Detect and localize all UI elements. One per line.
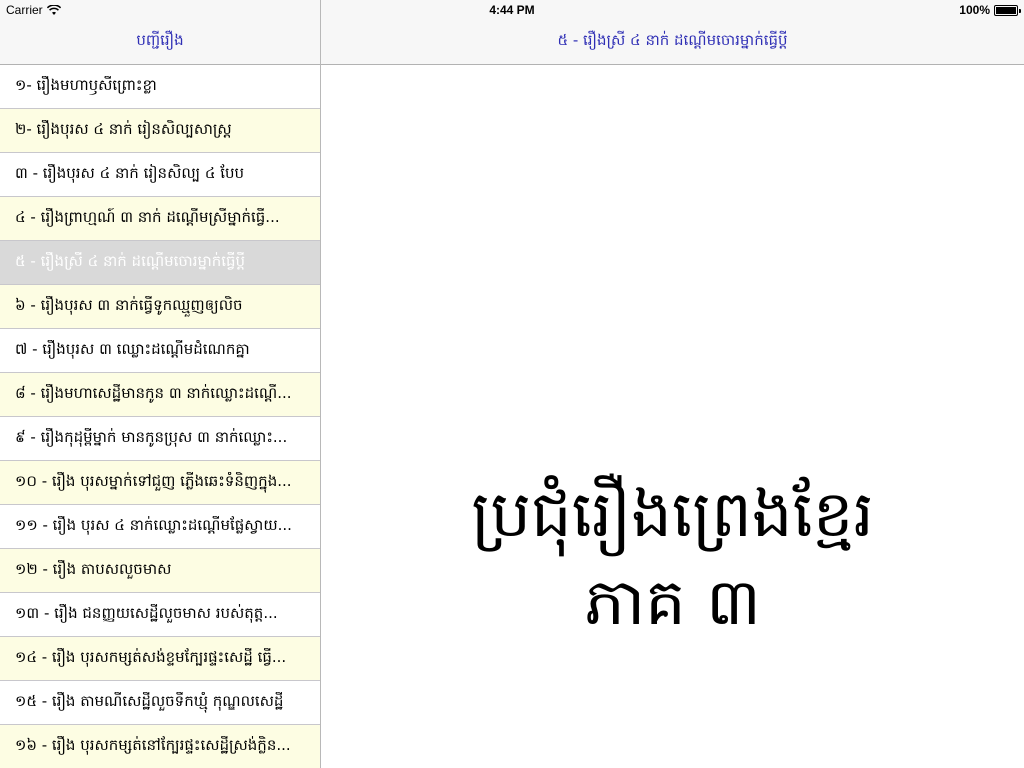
list-item[interactable]: ១២ - រឿង តាបសលួចមាស	[0, 549, 320, 593]
list-item-label: ១៥ - រឿង តាមណីសេដ្ឋីលួចទឹកឃ្មុំ កុណ្ឌលសេ…	[15, 691, 284, 710]
book-heading: ប្រជុំរឿងព្រេងខ្មែរ	[471, 478, 874, 552]
list-item[interactable]: ៨ - រឿងមហាសេដ្ឋីមានកូន ៣ នាក់ឈ្លោះដណ្ដើ.…	[0, 373, 320, 417]
list-item[interactable]: ៧ - រឿងបុរស ៣ ឈ្លោះដណ្ដើមដំណេកគ្នា	[0, 329, 320, 373]
list-item[interactable]: ១០ - រឿង បុរសម្នាក់ទៅជួញ ភ្លើងឆេះទំនិញក្…	[0, 461, 320, 505]
battery-fill	[996, 6, 1016, 14]
story-list[interactable]: ១- រឿងមហាឫសីព្រោះខ្លា២- រឿងបុរស ៤ នាក់ រ…	[0, 65, 320, 768]
detail-pane: ប្រជុំរឿងព្រេងខ្មែរ ភាគ ៣	[321, 66, 1024, 768]
battery-icon	[994, 4, 1021, 16]
list-item-label: ១១ - រឿង បុរស ៤ នាក់ឈ្លោះដណ្ដើមផ្លែស្វាយ…	[15, 515, 292, 534]
list-item[interactable]: ១៣ - រឿង ជនញ្ញយសេដ្ឋីលួចមាស របស់តុត្ត...	[0, 593, 320, 637]
list-item[interactable]: ១៥ - រឿង តាមណីសេដ្ឋីលួចទឹកឃ្មុំ កុណ្ឌលសេ…	[0, 681, 320, 725]
list-item-label: ៩ - រឿងកុដុម្ពីម្នាក់ មានកូនប្រុស ៣ នាក់…	[15, 427, 288, 446]
sidebar-nav-bar: បញ្ជីរឿង	[0, 20, 320, 65]
status-bar: Carrier 4:44 PM 100%	[0, 0, 1024, 20]
list-item[interactable]: ៩ - រឿងកុដុម្ពីម្នាក់ មានកូនប្រុស ៣ នាក់…	[0, 417, 320, 461]
list-item[interactable]: ២- រឿងបុរស ៤ នាក់ រៀនសិល្បសាស្ត្រ	[0, 109, 320, 153]
list-item-label: ២- រឿងបុរស ៤ នាក់ រៀនសិល្បសាស្ត្រ	[15, 119, 232, 138]
list-item-label: ៣ - រឿងបុរស ៤ នាក់ រៀនសិល្ប ៤ បែប	[15, 163, 245, 182]
book-volume: ភាគ ៣	[584, 566, 761, 640]
list-item-label: ៧ - រឿងបុរស ៣ ឈ្លោះដណ្ដើមដំណេកគ្នា	[15, 339, 250, 358]
list-item[interactable]: ៥ - រឿងស្រី ៤ នាក់ ដណ្ដើមចោរម្នាក់ធ្វើប្…	[0, 241, 320, 285]
list-item-label: ១៣ - រឿង ជនញ្ញយសេដ្ឋីលួចមាស របស់តុត្ត...	[15, 603, 278, 622]
clock: 4:44 PM	[489, 3, 535, 17]
list-item[interactable]: ៤ - រឿងព្រាហ្មណ៍ ៣ នាក់ ដណ្ដើមស្រីម្នាក់…	[0, 197, 320, 241]
sidebar-title: បញ្ជីរឿង	[136, 31, 184, 49]
list-item[interactable]: ១១ - រឿង បុរស ៤ នាក់ឈ្លោះដណ្ដើមផ្លែស្វាយ…	[0, 505, 320, 549]
battery-indicator: 100%	[959, 3, 1021, 17]
list-item-label: ១៦ - រឿង បុរសកម្សត់នៅក្បែរផ្ទះសេដ្ឋីស្រង…	[15, 735, 291, 754]
list-item[interactable]: ១៤ - រឿង បុរសកម្សត់សង់ខ្ទមក្បែរផ្ទះសេដ្ឋ…	[0, 637, 320, 681]
list-item[interactable]: ៦ - រឿងបុរស ៣ នាក់ធ្វើទូកឈ្មួញឲ្យលិច	[0, 285, 320, 329]
detail-title: ៥ - រឿងស្រី ៤ នាក់ ដណ្ដើមចោរម្នាក់ធ្វើប្…	[557, 31, 788, 49]
list-item-label: ៤ - រឿងព្រាហ្មណ៍ ៣ នាក់ ដណ្ដើមស្រីម្នាក់…	[15, 207, 280, 226]
list-item-label: ៨ - រឿងមហាសេដ្ឋីមានកូន ៣ នាក់ឈ្លោះដណ្ដើ.…	[15, 383, 292, 402]
list-item[interactable]: ១- រឿងមហាឫសីព្រោះខ្លា	[0, 65, 320, 109]
list-item[interactable]: ៣ - រឿងបុរស ៤ នាក់ រៀនសិល្ប ៤ បែប	[0, 153, 320, 197]
battery-percent: 100%	[959, 3, 990, 17]
list-item-label: ៦ - រឿងបុរស ៣ នាក់ធ្វើទូកឈ្មួញឲ្យលិច	[15, 295, 243, 314]
list-item-label: ៥ - រឿងស្រី ៤ នាក់ ដណ្ដើមចោរម្នាក់ធ្វើប្…	[15, 251, 246, 270]
list-item-label: ១៤ - រឿង បុរសកម្សត់សង់ខ្ទមក្បែរផ្ទះសេដ្ឋ…	[15, 647, 287, 666]
list-item-label: ១២ - រឿង តាបសលួចមាស	[15, 559, 172, 578]
list-item-label: ១០ - រឿង បុរសម្នាក់ទៅជួញ ភ្លើងឆេះទំនិញក្…	[15, 471, 292, 490]
list-item-label: ១- រឿងមហាឫសីព្រោះខ្លា	[15, 75, 157, 94]
list-item[interactable]: ១៦ - រឿង បុរសកម្សត់នៅក្បែរផ្ទះសេដ្ឋីស្រង…	[0, 725, 320, 768]
detail-nav-bar: ៥ - រឿងស្រី ៤ នាក់ ដណ្ដើមចោរម្នាក់ធ្វើប្…	[321, 20, 1024, 65]
